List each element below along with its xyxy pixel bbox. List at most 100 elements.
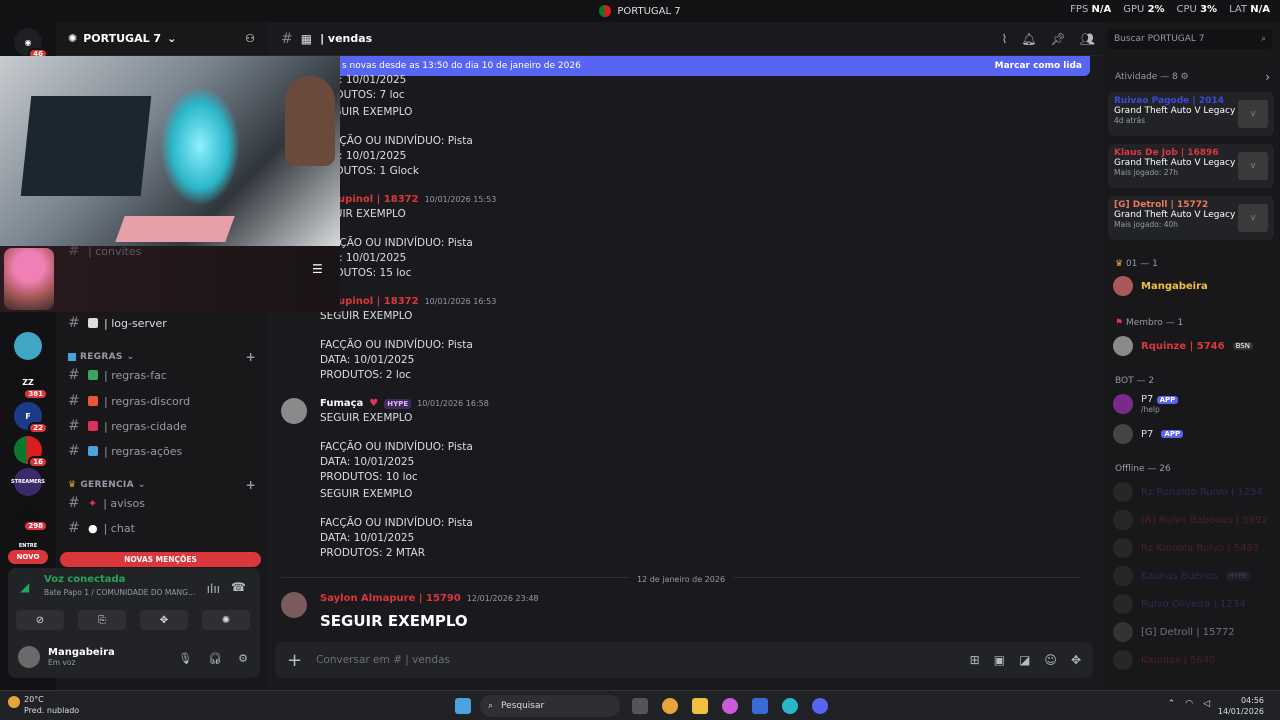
channel-chat[interactable]: # ● | chat [68,517,135,539]
gear-icon[interactable]: ⚙ [238,652,248,665]
invite-icon[interactable]: ⚇ [245,32,255,45]
apps-icon[interactable]: ✥ [1071,653,1081,667]
chevron-right-icon[interactable]: › [1265,70,1270,84]
channel-avisos[interactable]: # ✦ | avisos [68,492,145,514]
activities-icon[interactable]: ✥ [140,610,188,630]
add-channel-icon[interactable]: + [246,350,256,364]
add-attachment-icon[interactable]: + [287,650,302,671]
channel-regras-cidade[interactable]: # | regras-cidade [68,415,187,437]
chrome-icon[interactable] [662,698,678,714]
server-icon[interactable]: 298 [14,500,48,532]
member-item[interactable]: Rz Ronaldo Ruivo | 1234 [1113,482,1263,502]
message-composer[interactable]: + Conversar em # | vendas ⊞ ▣ ◪ ☺ ✥ [275,642,1093,678]
screen-share-icon[interactable]: ⎘ [78,610,126,630]
menu-icon[interactable]: ☰ [312,262,323,276]
activity-card[interactable]: Klaus De Job | 16896 Grand Theft Auto V … [1108,144,1274,188]
task-view-icon[interactable] [632,698,648,714]
user-info[interactable]: Mangabeira Em voz [18,646,115,668]
message-author[interactable]: Saylon Almapure | 15790 12/01/2026 23:48 [320,593,539,604]
weather-widget[interactable]: 20°C Pred. nublado [24,694,79,716]
message-input[interactable]: Conversar em # | vendas [316,654,450,666]
search-input[interactable]: Buscar PORTUGAL 7 ⌕ [1108,29,1272,49]
gear-icon[interactable]: ⚙ [1181,72,1189,82]
volume-icon[interactable]: ◁ [1203,699,1210,709]
direct-messages-icon[interactable]: ◉ 46 [14,28,48,60]
member-item[interactable]: Rz Kinoola Ruivo | 5483 [1113,538,1259,558]
window-title: PORTUGAL 7 [599,5,681,17]
chevron-up-icon[interactable]: ⌃ [1168,699,1176,709]
member-item[interactable]: Kaunias | 5640 [1113,650,1215,670]
new-badge[interactable]: NOVO [8,550,48,564]
pin-icon[interactable]: 📌︎ [1051,32,1066,46]
threads-icon[interactable]: ⌇ [1001,32,1007,46]
clock[interactable]: 04:56 14/01/2026 [1218,695,1264,717]
category-regras[interactable]: REGRAS ⌄ + [68,350,256,364]
camera-off-icon[interactable]: ⊘ [16,610,64,630]
server-icon[interactable]: ZZ 381 [14,368,48,400]
channel-log-server[interactable]: # | log-server [68,312,167,334]
weather-icon[interactable] [8,696,20,708]
server-icon[interactable]: STREAMERS [11,468,45,496]
server-icon[interactable] [14,332,42,360]
message-line: PRODUTOS: 2 loc [320,369,412,381]
member-item[interactable]: Ruivo Oliveira | 1234 [1113,594,1246,614]
member-item[interactable]: Kaunas Buenos HYPE [1113,566,1250,586]
member-list-icon[interactable]: 👥︎ [1080,32,1095,46]
member-item[interactable]: P7 APP [1113,424,1184,444]
fps-label: FPS [1070,4,1089,15]
hash-icon: # [68,495,80,511]
avatar [1113,650,1133,670]
activity-card[interactable]: Ruivao Pagode | 2014 Grand Theft Auto V … [1108,92,1274,136]
portugal7-server-icon[interactable]: 16 [14,436,48,468]
disconnect-icon[interactable]: ☎ [231,580,246,594]
gift-icon[interactable]: ⊞ [970,653,980,667]
member-item[interactable]: [G] Detroll | 15772 [1113,622,1235,642]
member-item[interactable]: Mangabeira [1113,276,1208,296]
message-author[interactable]: o Rupinol | 18372 10/01/2026 16:53 [320,296,496,307]
channel-regras-fac[interactable]: # | regras-fac [68,364,167,386]
channel-convites[interactable]: # | convites [68,240,141,262]
server-icon[interactable]: F 22 [14,402,48,434]
avatar[interactable] [281,398,307,424]
bell-icon[interactable]: 🔔︎ [1021,32,1036,46]
timestamp: 12/01/2026 23:48 [466,594,539,603]
soundboard-icon[interactable]: ✺ [202,610,250,630]
author-name[interactable]: Saylon Almapure | 15790 [320,593,461,604]
start-icon[interactable] [455,698,471,714]
message-author[interactable]: Fumaça ♥ HYPE 10/01/2026 16:58 [320,398,489,409]
wifi-icon[interactable]: ◠ [1185,699,1193,709]
mark-as-read-button[interactable]: Marcar como lida [995,61,1082,71]
headphones-icon[interactable]: 🎧︎ [208,652,222,665]
author-name[interactable]: Fumaça [320,398,363,409]
message-line: DATA: 10/01/2025 [320,354,415,366]
taskbar-search[interactable]: ⌕ Pesquisar [480,695,620,717]
add-channel-icon[interactable]: + [246,478,256,492]
copilot-icon[interactable] [722,698,738,714]
channel-regras-discord[interactable]: # | regras-discord [68,390,190,412]
server-label: STREAMERS [11,479,45,485]
server-header[interactable]: ✺ PORTUGAL 7 ⌄ ⚇ [56,22,267,56]
member-item[interactable]: Rquinze | 5746 BSN [1113,336,1253,356]
microphone-icon[interactable]: 🎙︎ [178,652,192,665]
avatar[interactable] [281,592,307,618]
category-gerencia[interactable]: ♛ GERENCIA ⌄ + [68,478,256,492]
gif-icon[interactable]: ▣ [994,653,1005,667]
message-author[interactable]: o Rupinol | 18372 10/01/2026 15:53 [320,194,496,205]
chevron-down-icon: ⌄ [167,32,177,45]
user-status: Em voz [48,658,76,667]
member-item[interactable]: [R] Ruivo Babooas | 5692 [1113,510,1268,530]
folder-icon[interactable] [692,698,708,714]
member-item[interactable]: P7 APP/help [1113,394,1179,414]
new-mentions-button[interactable]: NOVAS MENÇÕES [60,552,261,567]
discord-icon[interactable] [812,698,828,714]
noise-suppression-icon[interactable]: ılıı [207,582,220,596]
emoji-icon[interactable]: ☺ [1044,653,1057,667]
sticker-icon[interactable]: ◪ [1019,653,1030,667]
channel-regras-acoes[interactable]: # | regras-ações [68,440,182,462]
store-icon[interactable] [752,698,768,714]
new-messages-banner[interactable]: s novas desde as 13:50 do dia 10 de jane… [334,56,1090,76]
activity-card[interactable]: [G] Detroll | 15772 Grand Theft Auto V L… [1108,196,1274,240]
voice-status[interactable]: Voz conectada [44,574,125,585]
edge-icon[interactable] [782,698,798,714]
voice-channel-name[interactable]: Bate Papo 1 / COMUNIDADE DO MANG... [44,588,195,597]
